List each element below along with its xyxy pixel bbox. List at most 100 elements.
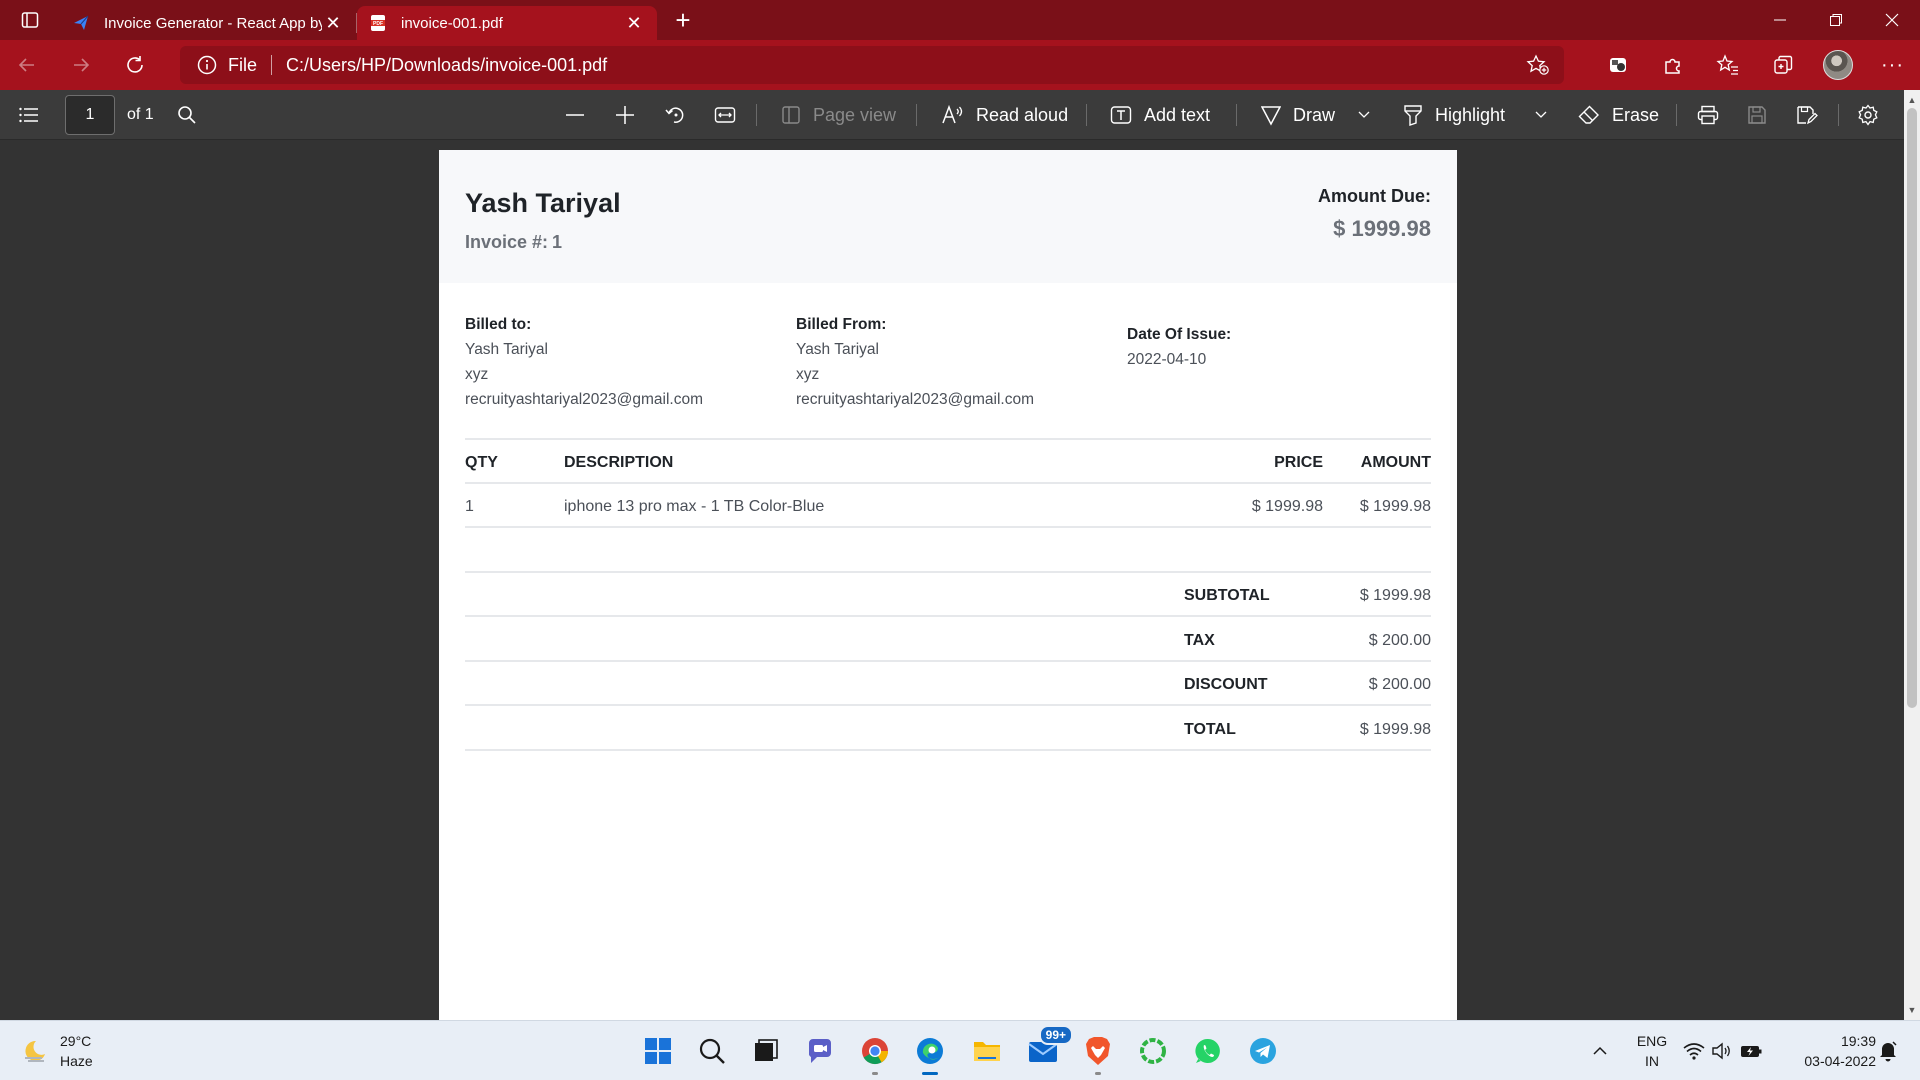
read-aloud-button[interactable]: Read aloud: [942, 90, 1068, 140]
scrollbar-thumb[interactable]: [1907, 108, 1917, 708]
pdf-icon: PDF: [369, 14, 387, 32]
taskbar-search-button[interactable]: [692, 1031, 732, 1071]
find-button[interactable]: [177, 90, 197, 140]
page-number-field[interactable]: 1: [65, 90, 115, 140]
restore-button[interactable]: [1808, 0, 1864, 40]
rotate-icon: [665, 107, 684, 123]
vertical-scrollbar[interactable]: ▲ ▼: [1904, 90, 1920, 1020]
draw-options-dropdown[interactable]: [1358, 90, 1370, 140]
teams-chat-button[interactable]: [800, 1031, 840, 1071]
close-window-button[interactable]: [1864, 0, 1920, 40]
date-of-issue-value: 2022-04-10: [1127, 351, 1207, 368]
add-text-label: Add text: [1144, 104, 1211, 125]
address-bar[interactable]: File C:/Users/HP/Downloads/invoice-001.p…: [180, 46, 1564, 84]
whatsapp-button[interactable]: [1188, 1031, 1228, 1071]
green-app-button[interactable]: [1133, 1031, 1173, 1071]
fit-to-width-button[interactable]: [714, 90, 736, 140]
chrome-button[interactable]: [855, 1031, 895, 1075]
highlight-options-dropdown[interactable]: [1535, 90, 1547, 140]
notifications-button[interactable]: [1872, 1031, 1904, 1071]
quick-settings-button[interactable]: [1678, 1031, 1768, 1071]
tab-invoice-generator[interactable]: Invoice Generator - React App by ✕: [60, 6, 356, 40]
mail-button[interactable]: 99+: [1023, 1025, 1073, 1071]
plus-icon: [616, 106, 634, 124]
input-language-button[interactable]: ENG IN: [1630, 1031, 1674, 1071]
show-hidden-icons-button[interactable]: [1582, 1031, 1618, 1071]
settings-more-button[interactable]: ···: [1865, 45, 1920, 85]
collections-icon: [1773, 55, 1792, 74]
brave-button[interactable]: [1078, 1031, 1118, 1075]
task-view-icon: [755, 1039, 778, 1061]
profile-button[interactable]: [1810, 45, 1865, 85]
telegram-button[interactable]: [1243, 1031, 1283, 1071]
add-favorite-icon[interactable]: [1526, 54, 1550, 76]
minimize-button[interactable]: [1752, 0, 1808, 40]
tab-title: invoice-001.pdf: [401, 14, 503, 32]
invoice-number: Invoice #: 1: [465, 232, 562, 253]
zoom-out-button[interactable]: [565, 90, 585, 140]
more-icon: ···: [1881, 53, 1904, 76]
contents-button[interactable]: [18, 90, 40, 140]
save-as-icon: [1797, 106, 1818, 125]
favorites-button[interactable]: [1700, 45, 1755, 85]
scroll-down-arrow[interactable]: ▼: [1904, 1002, 1920, 1018]
item-amount: $ 1999.98: [1359, 498, 1431, 515]
invoice-number-value: 1: [552, 232, 563, 252]
total-value: $ 1999.98: [1359, 721, 1431, 738]
tab-actions-button[interactable]: [0, 0, 60, 40]
print-button[interactable]: [1697, 90, 1719, 140]
table-rule: [465, 571, 1431, 573]
pdf-viewer[interactable]: Yash Tariyal Invoice #: 1 Amount Due: $ 1…: [0, 140, 1904, 1020]
weather-temperature: 29°C: [60, 1033, 92, 1049]
wifi-icon: [1683, 1043, 1705, 1060]
pdf-settings-button[interactable]: [1857, 90, 1879, 140]
svg-text:PDF: PDF: [373, 21, 383, 27]
forward-button[interactable]: [54, 45, 108, 85]
edge-button[interactable]: [910, 1031, 950, 1075]
info-icon[interactable]: [196, 54, 218, 76]
mail-unread-badge: 99+: [1038, 1025, 1073, 1045]
back-button[interactable]: [0, 45, 54, 85]
browser-extensions: ···: [1590, 40, 1920, 90]
refresh-button[interactable]: [108, 45, 162, 85]
zoom-in-button[interactable]: [615, 90, 635, 140]
search-icon: [699, 1038, 725, 1064]
scroll-up-arrow[interactable]: ▲: [1904, 92, 1920, 108]
avatar: [1822, 50, 1853, 80]
weather-widget[interactable]: 29°C Haze: [20, 1031, 93, 1071]
save-button[interactable]: [1747, 90, 1767, 140]
start-button[interactable]: [638, 1031, 678, 1071]
draw-label: Draw: [1293, 104, 1336, 125]
clock-button[interactable]: 19:39 03-04-2022: [1780, 1031, 1876, 1071]
highlight-button[interactable]: Highlight: [1403, 90, 1505, 140]
tax-value: $ 200.00: [1368, 632, 1431, 649]
invoice-header: Yash Tariyal Invoice #: 1 Amount Due: $ 1…: [439, 150, 1457, 283]
extension-button[interactable]: [1590, 45, 1645, 85]
read-aloud-label: Read aloud: [976, 104, 1069, 125]
table-rule: [465, 482, 1431, 484]
add-text-button[interactable]: Add text: [1110, 90, 1210, 140]
close-tab-icon[interactable]: ✕: [322, 12, 344, 34]
new-tab-button[interactable]: +: [663, 3, 703, 37]
collections-button[interactable]: [1755, 45, 1810, 85]
text-box-icon: [1110, 106, 1132, 124]
file-explorer-button[interactable]: [967, 1031, 1007, 1071]
amount-due-value: $ 1999.98: [1333, 216, 1431, 241]
url-text[interactable]: C:/Users/HP/Downloads/invoice-001.pdf: [286, 55, 607, 76]
rotate-button[interactable]: [664, 90, 686, 140]
tab-invoice-pdf[interactable]: PDF invoice-001.pdf ✕: [357, 6, 657, 40]
erase-button[interactable]: Erase: [1578, 90, 1659, 140]
folder-icon: [974, 1042, 1000, 1061]
read-aloud-icon: [942, 105, 963, 124]
task-view-button[interactable]: [746, 1031, 786, 1071]
extensions-button[interactable]: [1645, 45, 1700, 85]
draw-button[interactable]: Draw: [1261, 90, 1335, 140]
save-as-button[interactable]: [1796, 90, 1818, 140]
page-number-input[interactable]: 1: [65, 95, 115, 135]
close-tab-icon[interactable]: ✕: [623, 12, 645, 34]
minimize-icon: [1774, 19, 1786, 21]
billed-from-address: xyz: [796, 366, 820, 383]
toolbar-divider: [1236, 104, 1237, 126]
page-view-button[interactable]: Page view: [781, 90, 896, 140]
toolbar-divider: [756, 104, 757, 126]
